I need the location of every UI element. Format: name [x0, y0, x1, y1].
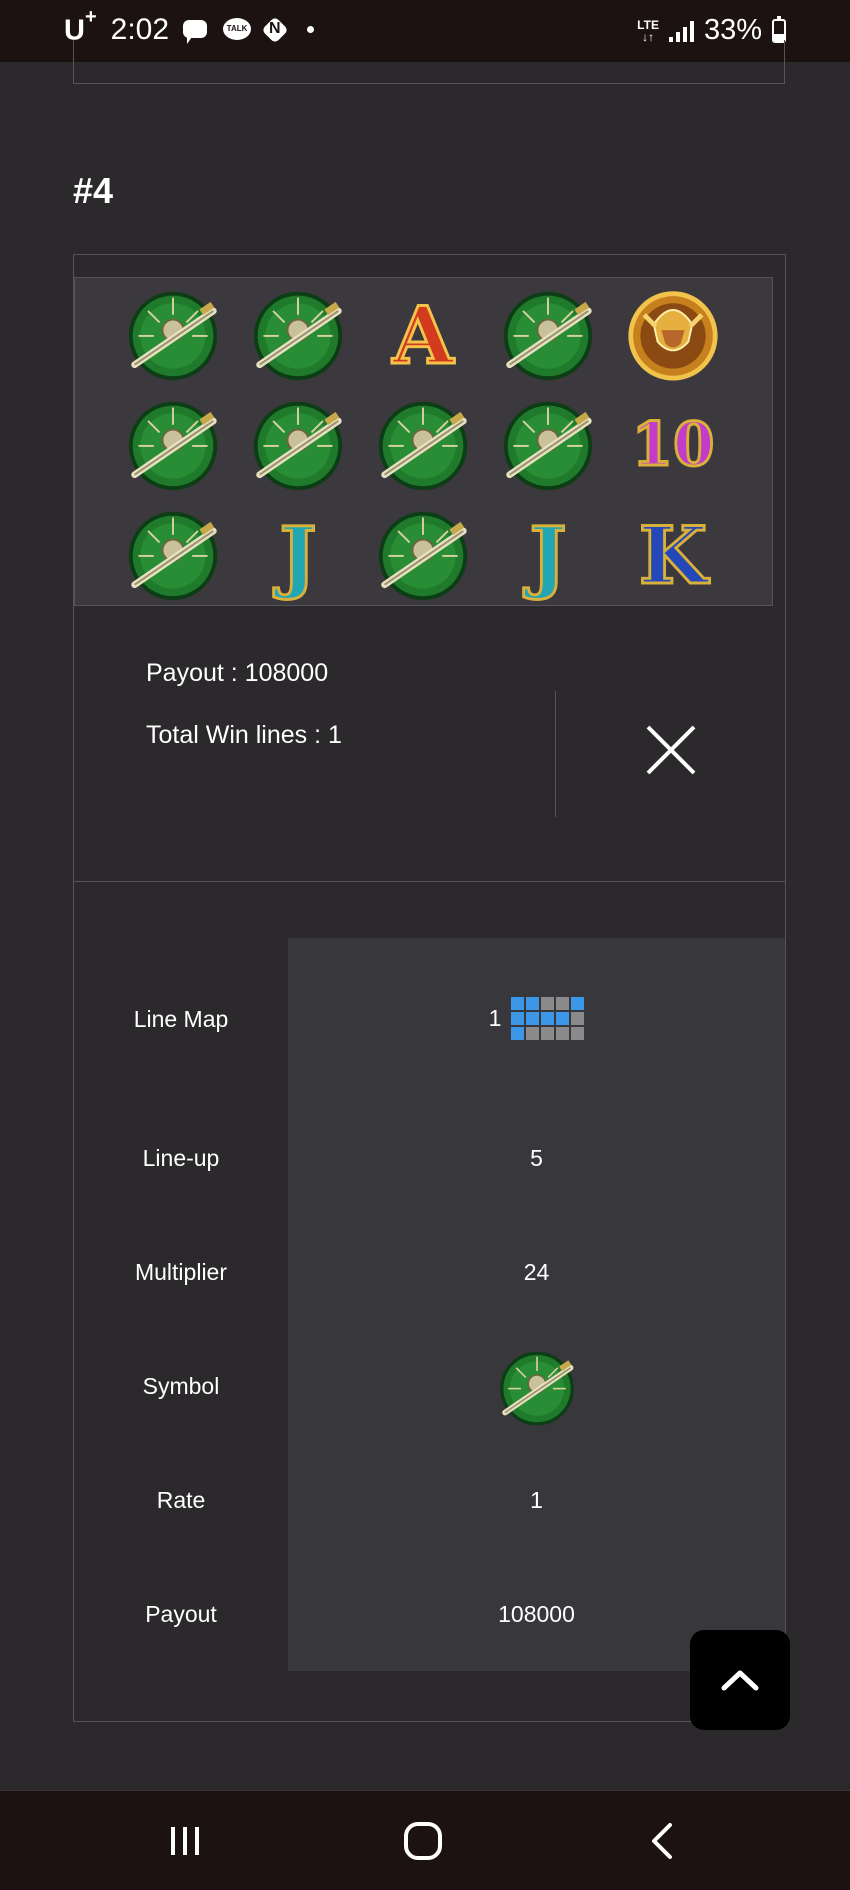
spin-result-card: A 10 J J K Payout: 108000 Total Win lin…	[73, 254, 786, 1722]
close-icon[interactable]	[644, 723, 698, 777]
shield-sword-symbol-icon	[250, 396, 346, 492]
home-icon	[404, 1822, 442, 1860]
navigation-bar	[0, 1790, 850, 1890]
naver-icon: N	[261, 16, 289, 44]
battery-icon	[772, 15, 786, 43]
back-icon	[652, 1823, 672, 1859]
home-button[interactable]	[393, 1813, 453, 1869]
previous-card-edge	[73, 40, 785, 84]
rate-value: 1	[530, 1487, 543, 1513]
signal-icon	[668, 20, 694, 42]
symbol-label: Symbol	[142, 1373, 220, 1399]
lineup-value: 5	[530, 1145, 543, 1171]
network-type: LTE ↓↑	[637, 17, 659, 44]
message-icon	[183, 18, 209, 44]
line-map-cell-active	[526, 1012, 540, 1025]
line-map-cell	[571, 1027, 585, 1040]
rate-label: Rate	[156, 1487, 206, 1513]
line-map-cell	[526, 1027, 540, 1040]
chevron-up-icon	[721, 1670, 759, 1691]
result-summary: Payout : 108000 Total Win lines : 1	[74, 607, 785, 882]
shield-sword-symbol-icon	[125, 506, 221, 602]
line-map-cell-active	[556, 1012, 570, 1025]
shield-sword-symbol-icon	[125, 286, 221, 382]
ten-symbol-icon: 10	[625, 396, 721, 492]
line-map-cell	[556, 1027, 570, 1040]
section-title: #4	[73, 170, 114, 211]
shield-sword-symbol-icon	[375, 506, 471, 602]
svg-text:K: K	[639, 509, 710, 602]
multiplier-value: 24	[523, 1259, 550, 1285]
payout-value: 108000	[498, 1601, 575, 1627]
more-notifications-dot	[307, 26, 315, 34]
line-map-cell	[541, 997, 555, 1010]
details-panel	[288, 938, 785, 1671]
k-symbol-icon: K	[625, 506, 721, 603]
line-map-cell	[571, 1012, 585, 1025]
kakaotalk-icon: TALK	[223, 17, 252, 42]
shield-sword-symbol-icon	[375, 396, 471, 492]
line-map-cell-active	[511, 997, 525, 1010]
svg-text:J: J	[523, 509, 566, 602]
svg-text:A: A	[391, 289, 454, 382]
line-map-cell-active	[511, 1027, 525, 1040]
shield-sword-symbol-icon	[497, 1347, 577, 1427]
recent-apps-icon	[171, 1827, 199, 1855]
winlines-summary: Total Win lines : 1	[146, 721, 342, 749]
line-map-cell-active	[571, 997, 585, 1010]
payout-summary: Payout : 108000	[146, 659, 329, 687]
payout-label: Payout	[145, 1601, 217, 1627]
symbol-value	[288, 1347, 785, 1427]
divider	[555, 691, 556, 817]
shield-sword-symbol-icon	[250, 286, 346, 382]
line-map-number: 1	[488, 1005, 502, 1031]
shield-sword-symbol-icon	[500, 396, 596, 492]
a-symbol-icon: A	[375, 286, 471, 383]
reel-grid: A 10 J J K	[74, 277, 773, 606]
line-map-grid	[511, 997, 585, 1040]
shield-sword-symbol-icon	[500, 286, 596, 382]
multiplier-label: Multiplier	[134, 1259, 228, 1285]
scroll-to-top-button[interactable]	[690, 1630, 790, 1730]
back-button[interactable]	[632, 1813, 692, 1869]
j-symbol-icon: J	[250, 506, 346, 603]
line-map-cell	[556, 997, 570, 1010]
line-map-value: 1	[288, 997, 785, 1040]
recent-apps-button[interactable]	[155, 1813, 215, 1869]
svg-text:10: 10	[632, 410, 715, 480]
shield-sword-symbol-icon	[125, 396, 221, 492]
svg-text:J: J	[273, 509, 316, 602]
line-map-cell	[541, 1027, 555, 1040]
lineup-label: Line-up	[142, 1145, 220, 1171]
line-map-cell-active	[526, 997, 540, 1010]
line-map-label: Line Map	[133, 1006, 229, 1032]
warrior-symbol-icon	[625, 286, 721, 382]
line-map-cell-active	[541, 1012, 555, 1025]
j-symbol-icon: J	[500, 506, 596, 603]
line-map-cell-active	[511, 1012, 525, 1025]
